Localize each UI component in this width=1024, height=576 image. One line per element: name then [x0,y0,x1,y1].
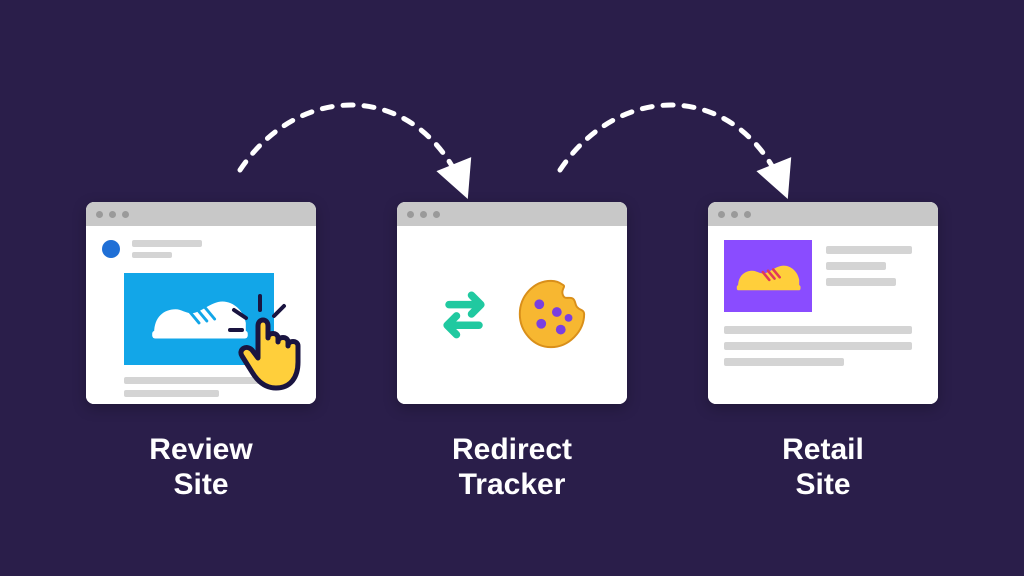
review-site-window [86,202,316,404]
placeholder-text [826,246,912,294]
cookie-icon [512,275,590,353]
sneaker-icon [729,248,807,304]
window-titlebar [86,202,316,226]
window-titlebar [708,202,938,226]
review-hero [124,273,274,365]
redirect-tracker-label: Redirect Tracker [397,432,627,503]
window-titlebar [397,202,627,226]
window-dot-icon [109,211,116,218]
avatar-icon [102,240,120,258]
redirect-tracker-window [397,202,627,404]
swap-arrows-icon [434,284,494,344]
sneaker-icon [140,280,258,358]
window-dot-icon [433,211,440,218]
retail-site-window [708,202,938,404]
product-thumbnail [724,240,812,312]
placeholder-text [124,377,300,397]
arrow-review-to-tracker [240,105,465,192]
window-dot-icon [420,211,427,218]
window-dot-icon [122,211,129,218]
window-dot-icon [718,211,725,218]
window-dot-icon [744,211,751,218]
review-site-label: Review Site [86,432,316,503]
placeholder-text [132,240,202,258]
window-dot-icon [407,211,414,218]
window-dot-icon [96,211,103,218]
window-dot-icon [731,211,738,218]
retail-site-label: Retail Site [708,432,938,503]
arrow-tracker-to-retail [560,105,785,192]
placeholder-text [724,326,922,366]
